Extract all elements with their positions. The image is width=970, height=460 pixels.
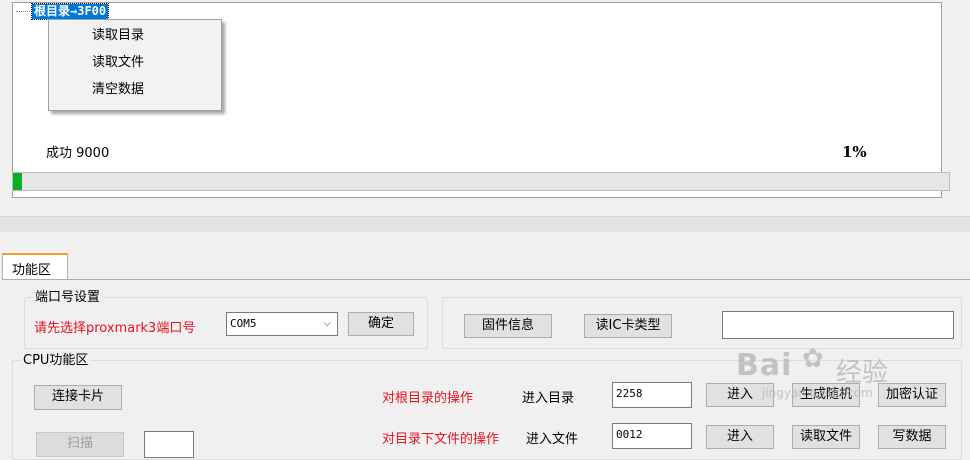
- port-hint: 请先选择proxmark3端口号: [34, 321, 196, 336]
- enter-directory-label: 进入目录: [522, 391, 575, 406]
- file-operations-label: 对目录下文件的操作: [382, 432, 500, 447]
- context-menu: 读取目录 读取文件 清空数据: [48, 19, 222, 111]
- tab-function-area[interactable]: 功能区: [2, 253, 68, 280]
- read-card-type-button[interactable]: 读IC卡类型: [584, 314, 672, 338]
- menu-item-clear-data[interactable]: 清空数据: [49, 77, 221, 103]
- watermark-brand-2: 经验: [836, 358, 889, 388]
- confirm-button[interactable]: 确定: [348, 312, 414, 336]
- card-info-output[interactable]: [722, 311, 954, 339]
- status-message: 成功 9000: [46, 146, 110, 161]
- progress-fill: [13, 173, 23, 190]
- enter-file-label: 进入文件: [526, 432, 579, 447]
- port-select[interactable]: COM5 ⌵: [226, 312, 338, 336]
- tree-node-root[interactable]: 根目录→3F00: [30, 3, 110, 20]
- watermark: Bai ✿ 经验 jingyan.baidu.com: [702, 344, 962, 434]
- scan-button[interactable]: 扫描: [36, 432, 124, 457]
- menu-item-read-file[interactable]: 读取文件: [49, 50, 221, 76]
- paw-icon: ✿: [802, 344, 824, 374]
- port-select-value: COM5: [230, 317, 257, 330]
- directory-input[interactable]: 2258: [612, 382, 692, 408]
- tree-connector-line: [16, 11, 32, 12]
- watermark-brand: Bai: [736, 348, 793, 383]
- progress-percent-label: 1%: [842, 143, 867, 161]
- progress-bar: [12, 172, 950, 191]
- file-input[interactable]: 0012: [612, 423, 692, 449]
- port-settings-title: 端口号设置: [33, 290, 103, 305]
- watermark-url: jingyan.baidu.com: [762, 386, 873, 400]
- connect-card-button[interactable]: 连接卡片: [34, 385, 122, 410]
- firmware-info-button[interactable]: 固件信息: [464, 314, 552, 338]
- chevron-down-icon: ⌵: [323, 318, 331, 329]
- root-operations-label: 对根目录的操作: [382, 391, 474, 406]
- menu-item-read-directory[interactable]: 读取目录: [49, 23, 221, 49]
- top-panel: 根目录→3F00 读取目录 读取文件 清空数据 成功 9000 1%: [0, 0, 970, 216]
- cpu-function-title: CPU功能区: [21, 353, 91, 368]
- panel-separator: [0, 216, 970, 232]
